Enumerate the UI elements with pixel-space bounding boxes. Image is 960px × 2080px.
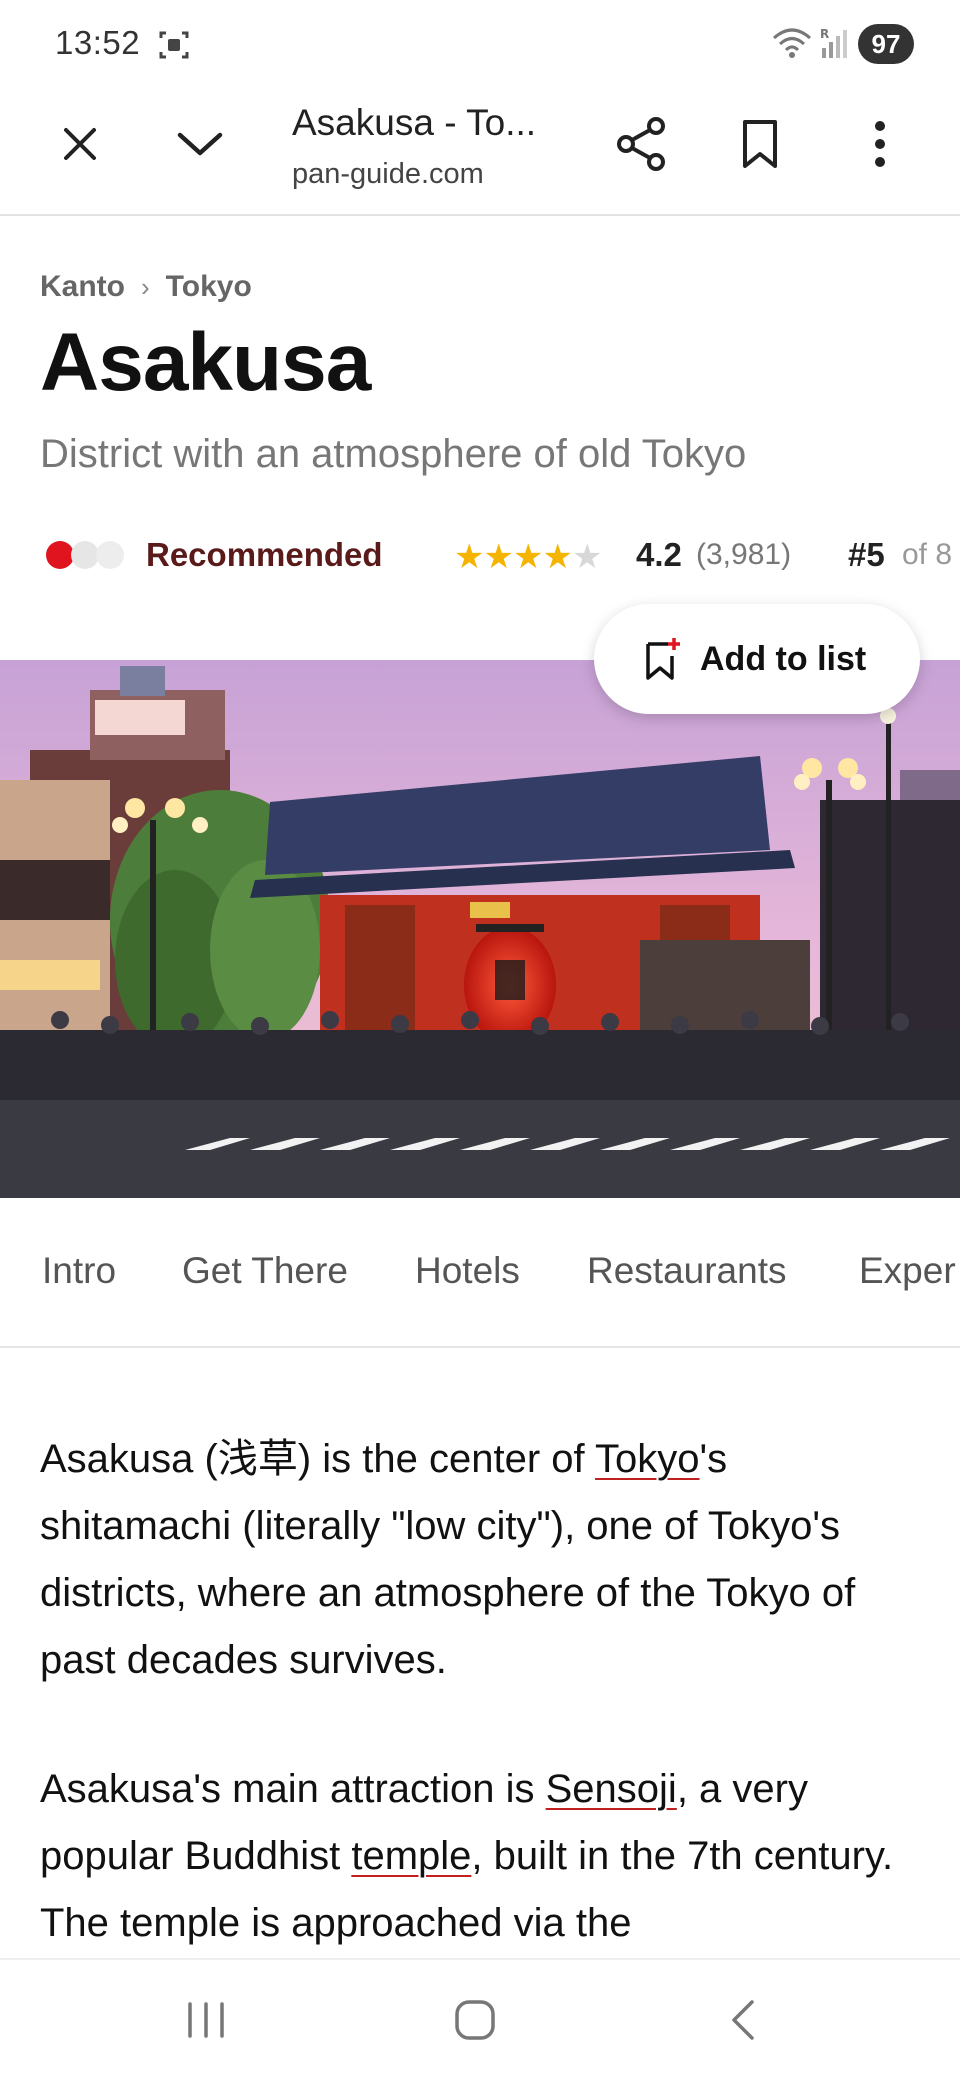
- tab-experiences[interactable]: Exper: [859, 1250, 956, 1292]
- collapse-button[interactable]: [170, 114, 230, 174]
- close-icon: [64, 128, 96, 160]
- browser-toolbar: Asakusa - To... pan-guide.com: [0, 88, 960, 216]
- star-empty-icon: ★: [571, 538, 603, 576]
- home-icon: [455, 2000, 495, 2040]
- link-tokyo[interactable]: Tokyo: [595, 1437, 700, 1481]
- battery-indicator: 97: [858, 24, 914, 64]
- bookmark-add-icon: [646, 638, 680, 680]
- star-icon: ★: [454, 538, 485, 576]
- add-to-list-label: Add to list: [700, 639, 867, 678]
- page-tab-title[interactable]: Asakusa - To...: [292, 102, 536, 144]
- tab-restaurants[interactable]: Restaurants: [587, 1250, 787, 1292]
- breadcrumb-item-kanto[interactable]: Kanto: [40, 270, 125, 304]
- svg-text:R: R: [820, 27, 829, 41]
- link-temple[interactable]: temple: [351, 1834, 471, 1878]
- back-button[interactable]: [712, 1988, 776, 2052]
- meta-row: Recommended ★★★★★ 4.2 (3,981) #5 of 8: [40, 530, 960, 580]
- rating-count[interactable]: (3,981): [696, 538, 791, 572]
- rank-value: #5: [848, 536, 885, 573]
- article-text: Asakusa's main attraction is: [40, 1767, 546, 1811]
- page-title: Asakusa: [40, 317, 371, 408]
- article-paragraph: Asakusa (浅草) is the center of Tokyo's sh…: [40, 1426, 920, 1694]
- more-vertical-icon: [875, 121, 885, 167]
- rating-value: 4.2: [636, 536, 682, 573]
- article-text: Asakusa (浅草) is the center of: [40, 1437, 596, 1481]
- screen-capture-icon: [159, 31, 189, 59]
- wifi-icon: [773, 28, 811, 58]
- rating-stars: ★★★★★: [454, 537, 603, 577]
- bookmark-icon: [743, 120, 777, 168]
- link-sensoji[interactable]: Sensoji: [546, 1767, 677, 1811]
- article-paragraph: Asakusa's main attraction is Sensoji, a …: [40, 1756, 920, 1957]
- article-body: Asakusa (浅草) is the center of Tokyo's sh…: [40, 1426, 920, 2019]
- section-tabs: Intro Get There Hotels Restaurants Exper: [0, 1198, 960, 1348]
- home-button[interactable]: [443, 1988, 507, 2052]
- close-button[interactable]: [50, 114, 110, 174]
- breadcrumb-item-tokyo[interactable]: Tokyo: [166, 270, 252, 304]
- share-button[interactable]: [612, 114, 672, 174]
- signal-icon: R: [820, 27, 847, 58]
- rank-of: of 8: [902, 538, 953, 571]
- add-to-list-button[interactable]: Add to list: [594, 604, 920, 714]
- page-url[interactable]: pan-guide.com: [292, 158, 512, 191]
- tab-get-there[interactable]: Get There: [182, 1250, 348, 1292]
- star-icon: ★: [483, 538, 514, 576]
- star-icon: ★: [542, 538, 573, 576]
- breadcrumb: Kanto › Tokyo: [40, 270, 252, 304]
- recommendation-label: Recommended: [146, 536, 383, 573]
- share-icon: [617, 117, 665, 171]
- recent-apps-button[interactable]: [174, 1988, 238, 2052]
- status-bar: 13:52 R 97: [0, 0, 960, 88]
- status-time: 13:52: [55, 24, 141, 61]
- tab-hotels[interactable]: Hotels: [415, 1250, 520, 1292]
- recent-apps-icon: [188, 2002, 224, 2038]
- breadcrumb-separator: ›: [141, 271, 150, 302]
- back-chevron-icon: [732, 2000, 754, 2040]
- star-icon: ★: [512, 538, 544, 576]
- chevron-down-icon: [177, 132, 223, 156]
- recommendation-dots-icon: [46, 541, 124, 569]
- hero-image: [0, 660, 960, 1198]
- more-options-button[interactable]: [850, 114, 910, 174]
- kaminarimon-gate-photo: [0, 660, 960, 1198]
- page-subtitle: District with an atmosphere of old Tokyo: [40, 432, 747, 476]
- system-navigation-bar: [0, 1958, 960, 2080]
- tab-intro[interactable]: Intro: [42, 1250, 116, 1292]
- bookmark-button[interactable]: [730, 114, 790, 174]
